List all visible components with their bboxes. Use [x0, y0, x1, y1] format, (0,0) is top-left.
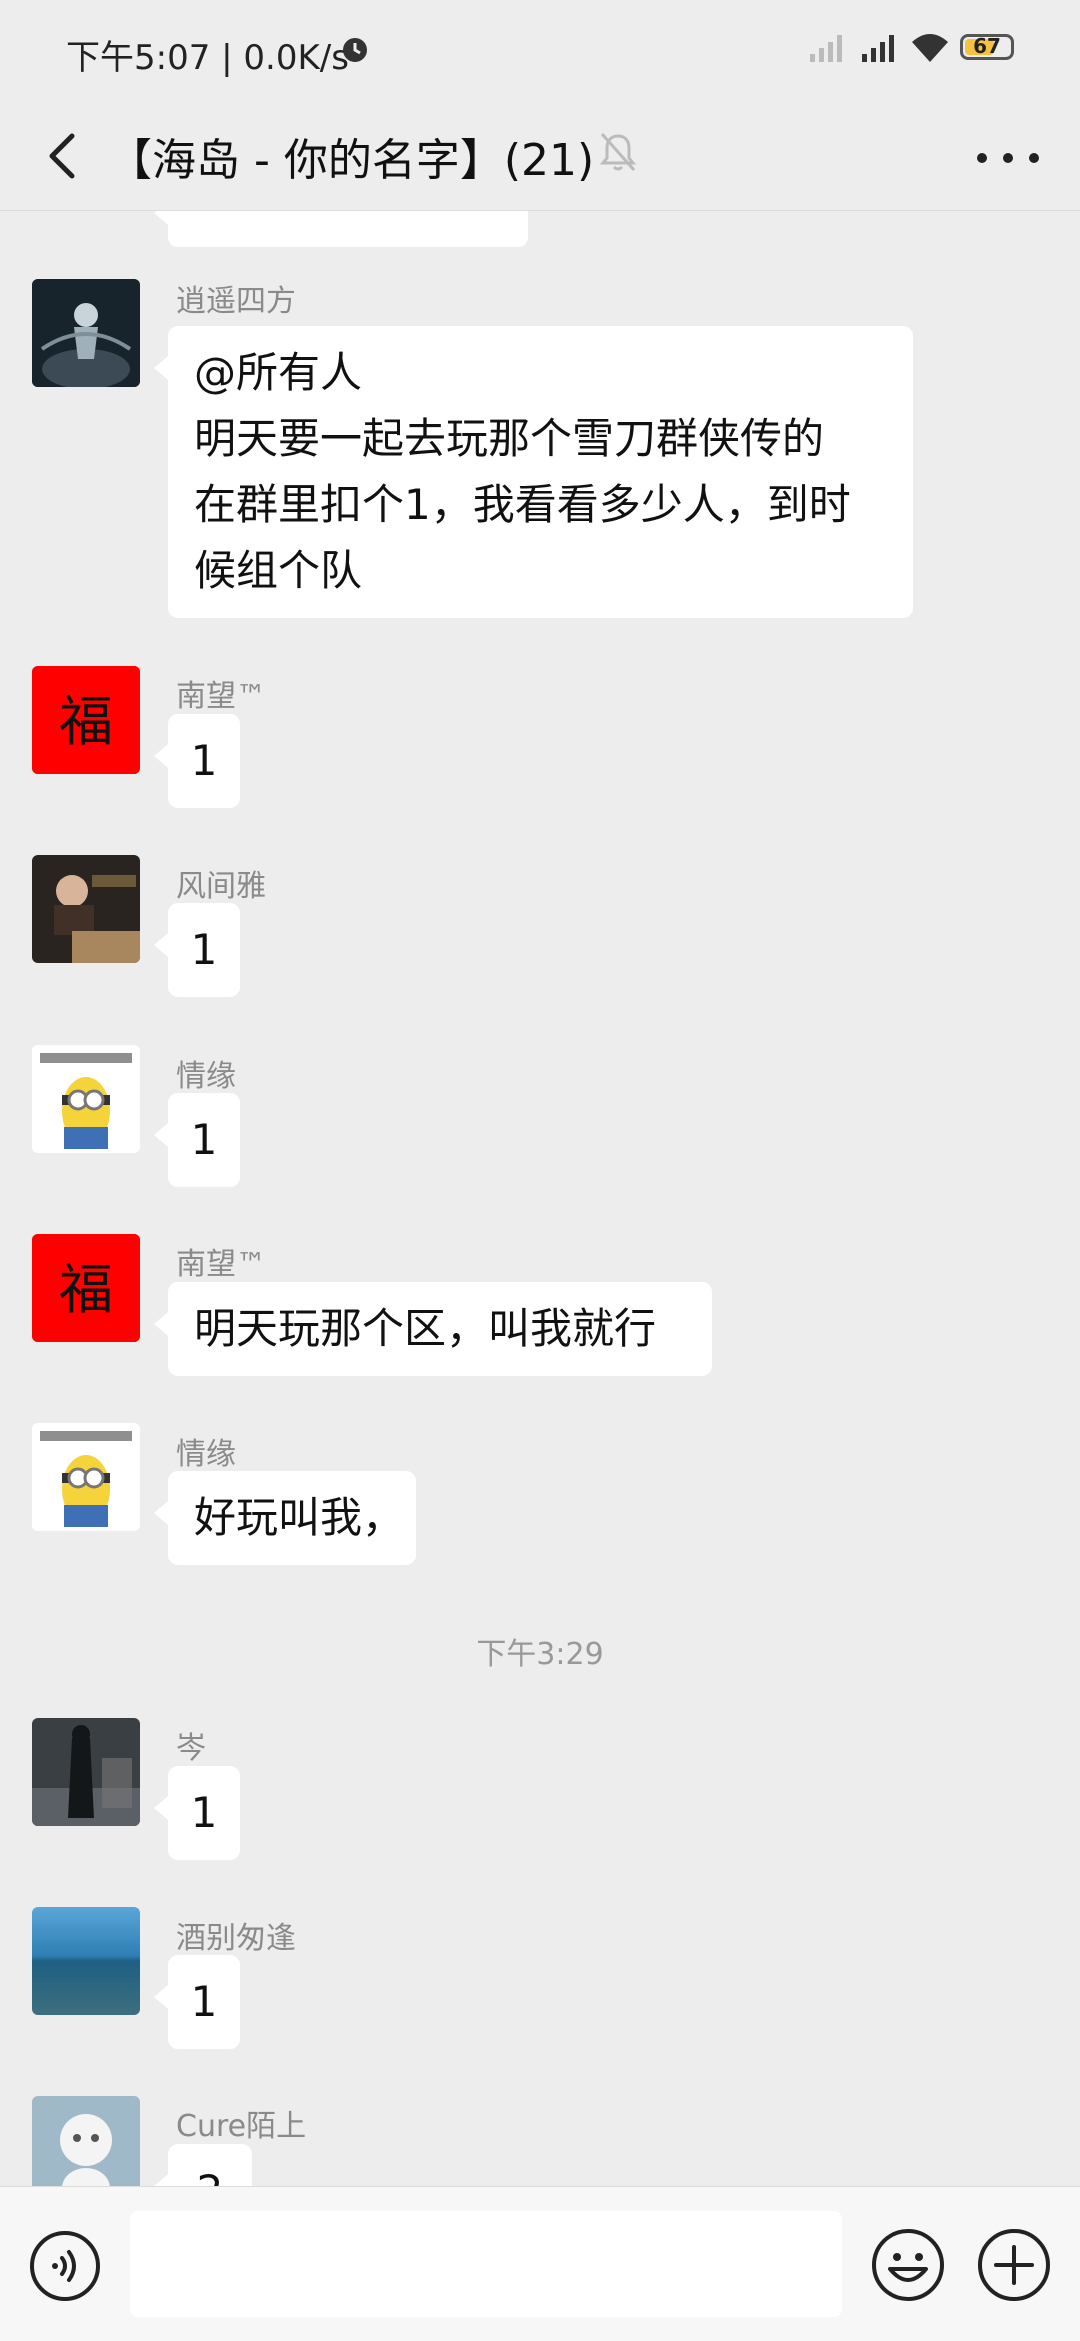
message-text: 1 [190, 1115, 218, 1164]
sender-name: 岑 [176, 1731, 206, 1766]
message-text: 2 [197, 2166, 224, 2186]
status-bar: 下午5:07 | 0.0K/s 67 [0, 0, 1080, 100]
message-bubble[interactable]: 1 [154, 1093, 240, 1187]
sender-name: Cure陌上 [176, 2109, 307, 2144]
alarm-clock-icon [343, 38, 367, 62]
wifi-icon [912, 34, 948, 62]
sender-name: 情缘 [176, 1437, 236, 1472]
plus-icon[interactable] [976, 2227, 1052, 2303]
battery-icon: 67 [960, 34, 1014, 60]
message-bubble[interactable]: @所有人 明天要一起去玩那个雪刀群侠传的 在群里扣个1，我看看多少人，到时 候组… [154, 326, 913, 618]
sender-name: 风间雅 [176, 869, 266, 904]
mute-bell-icon [599, 133, 637, 171]
input-bar [0, 2186, 1080, 2341]
message-bubble[interactable]: 1 [154, 903, 240, 997]
time-divider: 下午3:29 [476, 1637, 604, 1672]
message-text: 明天玩那个区，叫我就行 [194, 1304, 657, 1353]
message-bubble[interactable]: 好玩叫我， [154, 1471, 416, 1565]
back-arrow-icon[interactable] [30, 120, 100, 190]
avatar[interactable] [32, 855, 140, 963]
avatar[interactable] [32, 279, 140, 387]
message-text: 明天要一起去玩那个雪刀群侠传的 [194, 414, 825, 463]
avatar[interactable] [32, 1718, 140, 1826]
avatar[interactable]: 福 [32, 1234, 140, 1342]
status-time: 下午5:07 | 0.0K/s [66, 38, 349, 78]
message-text: @所有人 [194, 348, 363, 397]
avatar[interactable] [32, 1045, 140, 1153]
avatar[interactable]: 福 [32, 666, 140, 774]
sender-name: 南望™ [176, 679, 266, 714]
more-dots-icon[interactable] [968, 126, 1048, 186]
signal-icon [810, 35, 842, 62]
message-text: 1 [190, 1977, 218, 2026]
avatar[interactable] [32, 2096, 140, 2186]
sender-name: 酒别匆逢 [176, 1921, 296, 1956]
svg-text:福: 福 [59, 1258, 113, 1321]
message-bubble[interactable]: 明天玩那个区，叫我就行 [154, 1282, 712, 1376]
signal-icon [862, 35, 894, 62]
battery-level: 67 [973, 34, 1001, 58]
avatar[interactable] [32, 1907, 140, 2015]
message-text: 候组个队 [194, 546, 363, 595]
voice-icon[interactable] [28, 2229, 102, 2303]
sender-name: 逍遥四方 [176, 284, 296, 319]
message-bubble[interactable]: 2 [154, 2144, 252, 2186]
sender-name: 情缘 [176, 1059, 236, 1094]
svg-text:福: 福 [59, 690, 113, 753]
message-bubble[interactable]: 1 [154, 714, 240, 808]
message-text: 在群里扣个1，我看看多少人，到时 [194, 480, 851, 529]
message-bubble[interactable]: 1 [154, 1955, 240, 2049]
message-bubble[interactable]: 1 [154, 1766, 240, 1860]
message-bubble-partial[interactable] [154, 211, 528, 247]
message-input[interactable] [130, 2211, 842, 2317]
emoji-icon[interactable] [870, 2227, 946, 2303]
message-text: 1 [190, 925, 218, 974]
chat-header: 【海岛 - 你的名字】(21) [0, 100, 1080, 211]
message-list[interactable]: 逍遥四方 @所有人 明天要一起去玩那个雪刀群侠传的 在群里扣个1，我看看多少人，… [0, 211, 1080, 2186]
chat-title[interactable]: 【海岛 - 你的名字】(21) [108, 124, 594, 188]
message-text: 1 [190, 736, 218, 785]
message-text: 好玩叫我， [194, 1493, 405, 1542]
message-text: 1 [190, 1788, 218, 1837]
avatar[interactable] [32, 1423, 140, 1531]
sender-name: 南望™ [176, 1247, 266, 1282]
